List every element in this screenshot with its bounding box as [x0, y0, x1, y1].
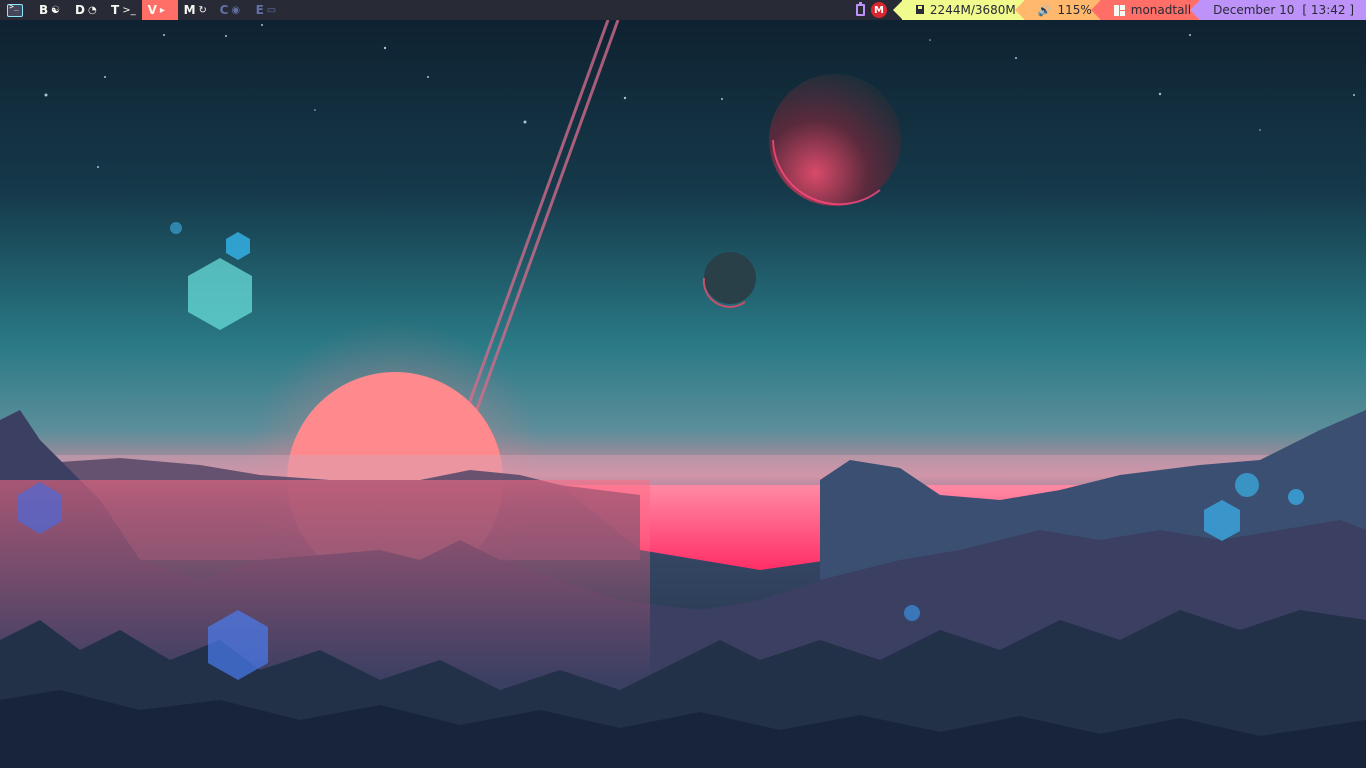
video-icon: ▸: [159, 4, 165, 16]
group-b[interactable]: B ☯: [33, 0, 69, 20]
app-launcher-button[interactable]: [5, 0, 25, 20]
group-label: V: [147, 3, 157, 17]
group-box: B ☯ D ◔ T >_ V ▸ M ↻ C ◉ E ▭: [33, 0, 286, 20]
group-label: C: [219, 3, 229, 17]
group-label: D: [75, 3, 85, 17]
volume-icon: 🔊: [1037, 3, 1052, 17]
browser-icon: ◔: [87, 4, 97, 16]
desktop: B ☯ D ◔ T >_ V ▸ M ↻ C ◉: [0, 0, 1366, 768]
group-label: T: [111, 3, 120, 17]
group-e[interactable]: E ▭: [250, 0, 286, 20]
status-area: M 2244M/3680M 🔊 115% monadtall December …: [852, 0, 1366, 20]
yin-yang-icon: ☯: [51, 4, 61, 16]
clipboard-icon[interactable]: [852, 0, 870, 20]
group-v-active[interactable]: V ▸: [141, 0, 178, 20]
top-bar: B ☯ D ◔ T >_ V ▸ M ↻ C ◉: [0, 0, 1366, 20]
group-label: M: [183, 3, 196, 17]
memory-usage: 2244M/3680M: [929, 3, 1016, 17]
group-t[interactable]: T >_: [105, 0, 142, 20]
volume-level: 115%: [1057, 3, 1092, 17]
clock-date: December 10: [1213, 3, 1295, 17]
group-label: B: [39, 3, 49, 17]
layout-name: monadtall: [1130, 3, 1192, 17]
layout-monadtall-icon: [1113, 4, 1125, 16]
terminal-icon: >_: [122, 4, 136, 16]
wallpaper: [0, 0, 1366, 768]
memory-widget: 2244M/3680M: [892, 0, 1024, 20]
group-label: E: [255, 3, 264, 17]
layout-widget[interactable]: monadtall: [1090, 0, 1200, 20]
chat-icon: ◉: [231, 4, 241, 16]
memory-icon: [915, 3, 930, 17]
volume-widget[interactable]: 🔊 115%: [1014, 0, 1100, 20]
clock-widget: December 10 [ 13:42 ]: [1190, 0, 1366, 20]
group-m[interactable]: M ↻: [178, 0, 214, 20]
group-c[interactable]: C ◉: [214, 0, 250, 20]
refresh-icon: ↻: [198, 4, 207, 16]
mega-sync-icon[interactable]: M: [870, 0, 888, 20]
mail-icon: ▭: [266, 4, 277, 16]
clock-time: [ 13:42 ]: [1302, 3, 1354, 17]
terminal-icon: [7, 2, 23, 17]
group-d[interactable]: D ◔: [69, 0, 105, 20]
